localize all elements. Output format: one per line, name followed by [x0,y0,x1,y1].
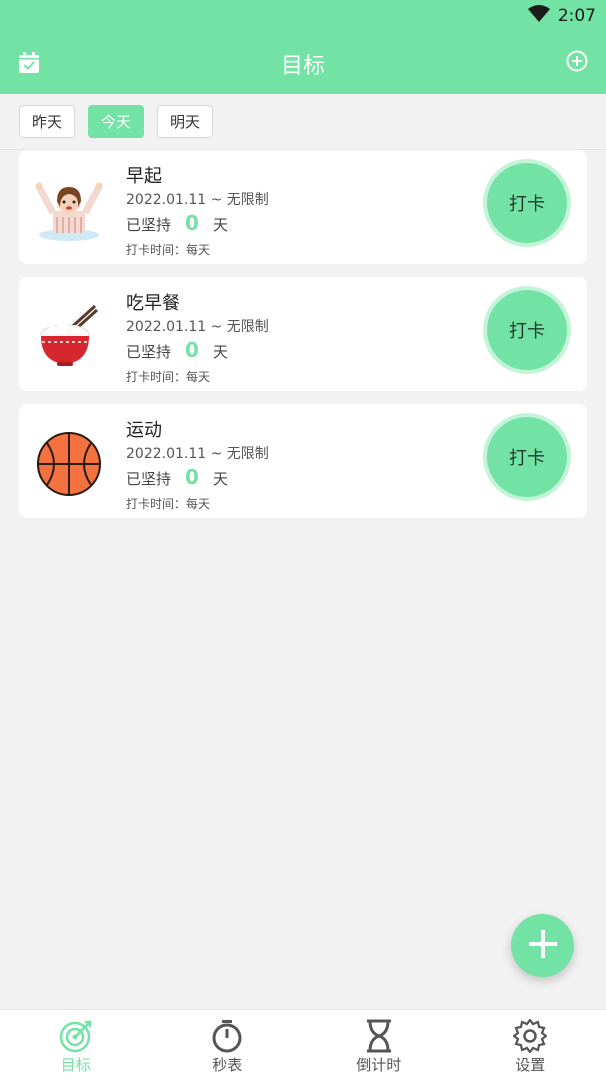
goal-card[interactable]: 运动 2022.01.11 ~ 无限制 已坚持 0 天 打卡时间：每天 打卡 [19,404,587,518]
tab-label: 倒计时 [356,1056,402,1074]
goal-name: 运动 [126,420,162,441]
target-icon [59,1019,93,1053]
streak-count: 0 [185,211,199,235]
top-bar: 2:07 目标 [0,0,606,94]
goal-schedule: 打卡时间：每天 [126,243,211,257]
streak-prefix: 已坚持 [126,216,172,234]
goal-streak: 已坚持 0 天 [126,465,228,489]
tab-countdown[interactable]: 倒计时 [303,1010,455,1080]
page-title: 目标 [280,54,325,79]
app-root: 2:07 目标 昨天 今天 明天 早起 2022.01.11 ~ 无限制 已坚持… [0,0,606,1080]
day-filter: 昨天 今天 明天 [19,105,214,138]
streak-prefix: 已坚持 [126,470,172,488]
check-in-button[interactable]: 打卡 [487,290,567,370]
streak-suffix: 天 [212,216,228,234]
hourglass-icon [362,1019,396,1053]
tab-label: 设置 [515,1056,546,1074]
streak-prefix: 已坚持 [126,343,172,361]
streak-count: 0 [185,338,199,362]
goal-list: 早起 2022.01.11 ~ 无限制 已坚持 0 天 打卡时间：每天 打卡 吃… [19,150,587,531]
basketball-icon [33,431,105,497]
stopwatch-icon [210,1019,244,1053]
day-tomorrow-button[interactable]: 明天 [157,105,214,138]
bottom-nav: 目标 秒表 倒计时 设置 [0,1009,606,1080]
girl-waking-up-icon [33,177,105,243]
goal-name: 早起 [126,166,162,187]
goal-date-range: 2022.01.11 ~ 无限制 [126,319,269,335]
goal-card[interactable]: 早起 2022.01.11 ~ 无限制 已坚持 0 天 打卡时间：每天 打卡 [19,150,587,264]
streak-suffix: 天 [212,343,228,361]
tab-goals[interactable]: 目标 [0,1010,152,1080]
goal-streak: 已坚持 0 天 [126,211,228,235]
wifi-icon [527,5,550,27]
goal-schedule: 打卡时间：每天 [126,370,211,384]
status-time: 2:07 [557,6,596,26]
header: 目标 [0,36,606,90]
goal-card[interactable]: 吃早餐 2022.01.11 ~ 无限制 已坚持 0 天 打卡时间：每天 打卡 [19,277,587,391]
goal-date-range: 2022.01.11 ~ 无限制 [126,192,269,208]
streak-count: 0 [185,465,199,489]
rice-bowl-icon [33,304,105,370]
check-in-button[interactable]: 打卡 [487,417,567,497]
tab-settings[interactable]: 设置 [455,1010,606,1080]
day-today-button[interactable]: 今天 [88,105,145,138]
streak-suffix: 天 [212,470,228,488]
plus-icon [527,928,559,964]
tab-label: 目标 [60,1056,91,1074]
goal-streak: 已坚持 0 天 [126,338,228,362]
goal-name: 吃早餐 [126,293,180,314]
goal-date-range: 2022.01.11 ~ 无限制 [126,446,269,462]
tab-stopwatch[interactable]: 秒表 [152,1010,304,1080]
check-in-button[interactable]: 打卡 [487,163,567,243]
tab-label: 秒表 [212,1056,243,1074]
gear-icon [512,1018,549,1054]
plus-circle-icon[interactable] [566,50,588,72]
day-yesterday-button[interactable]: 昨天 [19,105,76,138]
goal-schedule: 打卡时间：每天 [126,497,211,511]
status-bar: 2:07 [527,4,596,28]
add-goal-button[interactable] [511,914,574,977]
